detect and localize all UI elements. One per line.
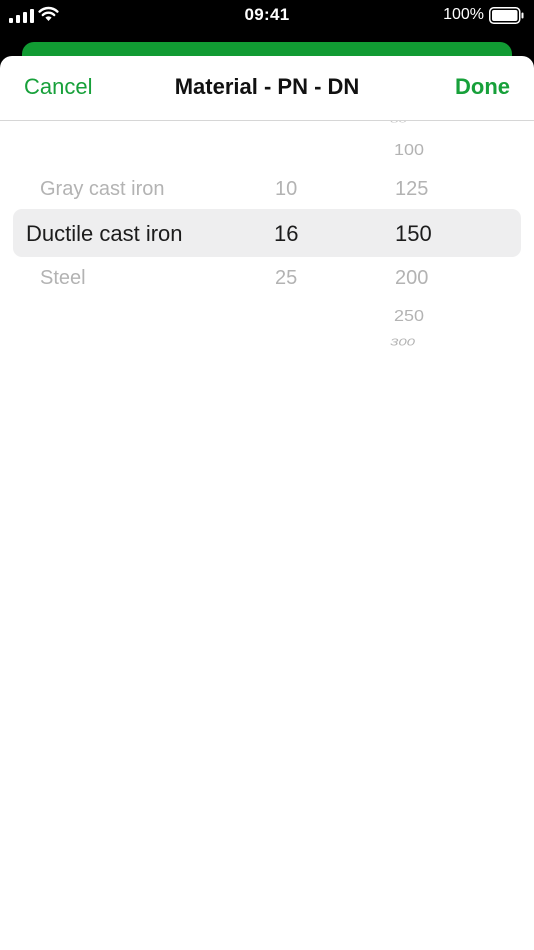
sheet-toolbar: Cancel Material - PN - DN Done xyxy=(0,56,534,121)
dn-wheel[interactable]: 80 100 125 150 200 250 300 xyxy=(340,121,534,366)
screen: 09:41 100% Cancel Material - PN - DN Don… xyxy=(0,0,534,950)
pn-option-selected[interactable]: 16 xyxy=(274,221,298,247)
dn-option-selected[interactable]: 150 xyxy=(395,221,432,247)
dn-option[interactable]: 100 xyxy=(394,142,424,160)
dn-option[interactable]: 125 xyxy=(395,178,428,201)
dn-option[interactable]: 80 xyxy=(390,121,407,124)
battery-percent: 100% xyxy=(443,6,484,23)
dn-option[interactable]: 200 xyxy=(395,267,428,290)
status-bar: 09:41 100% xyxy=(0,0,534,32)
pn-option[interactable]: 25 xyxy=(275,267,297,290)
dn-option[interactable]: 300 xyxy=(390,337,415,349)
cancel-button[interactable]: Cancel xyxy=(24,74,92,100)
battery-full-icon xyxy=(489,7,524,24)
dn-option[interactable]: 250 xyxy=(394,308,424,326)
material-wheel[interactable]: Gray cast iron Ductile cast iron Steel xyxy=(0,121,250,366)
material-option-gray-cast-iron[interactable]: Gray cast iron xyxy=(40,178,164,201)
pn-wheel[interactable]: 10 16 25 xyxy=(250,121,340,366)
done-button[interactable]: Done xyxy=(455,74,510,100)
material-option-steel[interactable]: Steel xyxy=(40,267,86,290)
material-pn-dn-picker: Gray cast iron Ductile cast iron Steel 1… xyxy=(0,121,534,366)
pn-option[interactable]: 10 xyxy=(275,178,297,201)
material-option-ductile-cast-iron[interactable]: Ductile cast iron xyxy=(26,221,183,247)
picker-sheet: Cancel Material - PN - DN Done Gray cast… xyxy=(0,56,534,950)
